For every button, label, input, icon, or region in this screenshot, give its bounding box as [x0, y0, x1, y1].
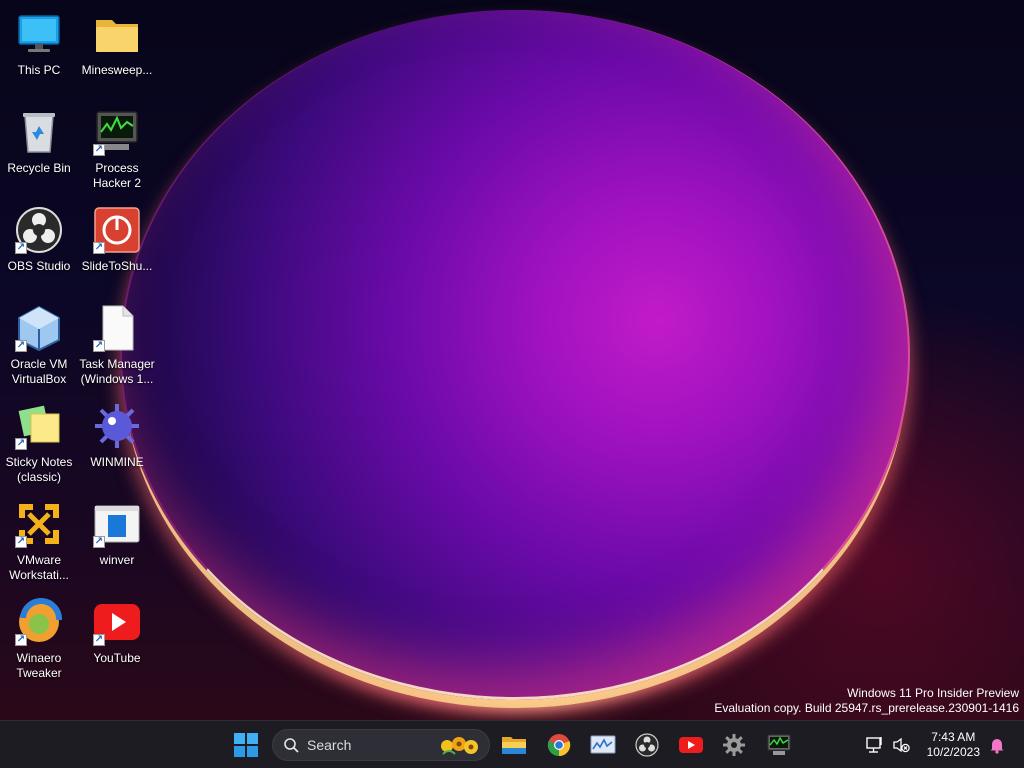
notification-bell-button[interactable] — [982, 729, 1012, 761]
power-icon: ↗ — [93, 206, 141, 254]
taskbar-file-explorer[interactable] — [497, 729, 531, 761]
start-button[interactable] — [229, 729, 263, 761]
resource-monitor-icon — [590, 735, 616, 754]
search-placeholder: Search — [307, 737, 352, 753]
desktop-icon-winaero-tweaker[interactable]: ↗ Winaero Tweaker — [0, 596, 78, 688]
desktop-icon-label: This PC — [17, 63, 61, 77]
clock-time: 7:43 AM — [931, 730, 976, 744]
desktop-icon-label: YouTube — [93, 651, 141, 665]
desktop-icon-label: winver — [99, 553, 135, 567]
winaero-tweaker-icon: ↗ — [15, 597, 63, 646]
bell-icon — [990, 739, 1004, 754]
desktop-icon-label: Oracle VM VirtualBox — [10, 357, 68, 386]
settings-gear-icon — [723, 734, 745, 756]
desktop-icon-this-pc[interactable]: This PC — [0, 8, 78, 100]
shortcut-arrow-icon: ↗ — [93, 536, 105, 548]
taskbar-obs[interactable] — [630, 729, 664, 761]
folder-icon — [93, 10, 141, 58]
chrome-icon — [547, 734, 571, 757]
taskbar: Search 7:43 AM 10/2/2023 — [0, 720, 1024, 768]
clock-date: 10/2/2023 — [926, 745, 980, 759]
volume-muted-icon — [893, 737, 910, 753]
shortcut-arrow-icon: ↗ — [15, 536, 27, 548]
desktop-icon-slidetoshutdown[interactable]: ↗ SlideToShu... — [78, 204, 156, 296]
shortcut-arrow-icon: ↗ — [15, 438, 27, 450]
recycle-bin-icon — [15, 108, 63, 156]
desktop-icon-label: OBS Studio — [7, 259, 71, 273]
shortcut-arrow-icon: ↗ — [15, 242, 27, 254]
taskbar-search-box[interactable]: Search — [272, 729, 490, 761]
desktop-icon-label: VMware Workstati... — [9, 553, 69, 582]
mine-icon — [93, 402, 141, 450]
process-hacker-icon: ↗ — [93, 108, 141, 156]
desktop-icon-youtube[interactable]: ↗ YouTube — [78, 596, 156, 688]
taskbar-clock[interactable]: 7:43 AM 10/2/2023 — [927, 730, 980, 760]
vmware-icon: ↗ — [15, 500, 63, 548]
desktop-icon-obs-studio[interactable]: ↗ OBS Studio — [0, 204, 78, 296]
taskbar-resource-monitor[interactable] — [586, 729, 620, 761]
desktop-icon-label: Minesweep... — [81, 63, 153, 77]
desktop-icon-label: WINMINE — [90, 455, 144, 469]
taskbar-youtube[interactable] — [674, 729, 708, 761]
desktop-icon-label: Recycle Bin — [7, 161, 71, 175]
taskbar-chrome[interactable] — [542, 729, 576, 761]
shortcut-arrow-icon: ↗ — [15, 634, 27, 646]
desktop-icon-label: Task Manager (Windows 1... — [79, 357, 155, 386]
document-icon: ↗ — [93, 304, 141, 352]
evaluation-watermark: Windows 11 Pro Insider Preview Evaluatio… — [714, 686, 1019, 716]
obs-icon: ↗ — [15, 206, 63, 254]
desktop-icon-recycle-bin[interactable]: Recycle Bin — [0, 106, 78, 198]
network-icon — [866, 737, 882, 753]
desktop-icon-task-manager[interactable]: ↗ Task Manager (Windows 1... — [78, 302, 156, 394]
process-hacker-icon — [767, 734, 791, 755]
virtualbox-icon: ↗ — [15, 304, 63, 352]
shortcut-arrow-icon: ↗ — [93, 340, 105, 352]
shortcut-arrow-icon: ↗ — [93, 144, 105, 156]
windows-logo-icon — [234, 733, 258, 757]
obs-icon — [635, 733, 659, 757]
search-highlight-flowers-icon — [441, 737, 478, 755]
wallpaper-orb-rim — [120, 10, 910, 700]
desktop-icon-label: Process Hacker 2 — [92, 161, 142, 190]
monitor-icon — [15, 10, 63, 58]
desktop-icon-vmware-workstation[interactable]: ↗ VMware Workstati... — [0, 498, 78, 590]
sticky-notes-icon: ↗ — [15, 402, 63, 450]
file-explorer-icon — [502, 737, 526, 754]
shortcut-arrow-icon: ↗ — [93, 634, 105, 646]
desktop-icon-process-hacker[interactable]: ↗ Process Hacker 2 — [78, 106, 156, 198]
taskbar-settings-tool[interactable] — [717, 729, 751, 761]
search-icon — [284, 738, 299, 753]
desktop-icon-oracle-vm-virtualbox[interactable]: ↗ Oracle VM VirtualBox — [0, 302, 78, 394]
desktop-icon-winver[interactable]: ↗ winver — [78, 498, 156, 590]
desktop-icon-label: Sticky Notes (classic) — [5, 455, 73, 484]
taskbar-process-hacker[interactable] — [762, 729, 796, 761]
shortcut-arrow-icon: ↗ — [15, 340, 27, 352]
watermark-build: Evaluation copy. Build 25947.rs_prerelea… — [714, 701, 1019, 715]
volume-tray-button[interactable] — [886, 729, 916, 761]
desktop-icon-label: Winaero Tweaker — [16, 651, 62, 680]
desktop-icon-sticky-notes[interactable]: ↗ Sticky Notes (classic) — [0, 400, 78, 492]
youtube-icon: ↗ — [93, 598, 141, 646]
desktop-icon-minesweeper-folder[interactable]: Minesweep... — [78, 8, 156, 100]
shortcut-arrow-icon: ↗ — [93, 242, 105, 254]
watermark-edition: Windows 11 Pro Insider Preview — [847, 686, 1019, 700]
winver-icon: ↗ — [93, 500, 141, 548]
desktop-icon-winmine[interactable]: WINMINE — [78, 400, 156, 492]
youtube-icon — [679, 737, 703, 753]
desktop-icon-label: SlideToShu... — [81, 259, 153, 273]
